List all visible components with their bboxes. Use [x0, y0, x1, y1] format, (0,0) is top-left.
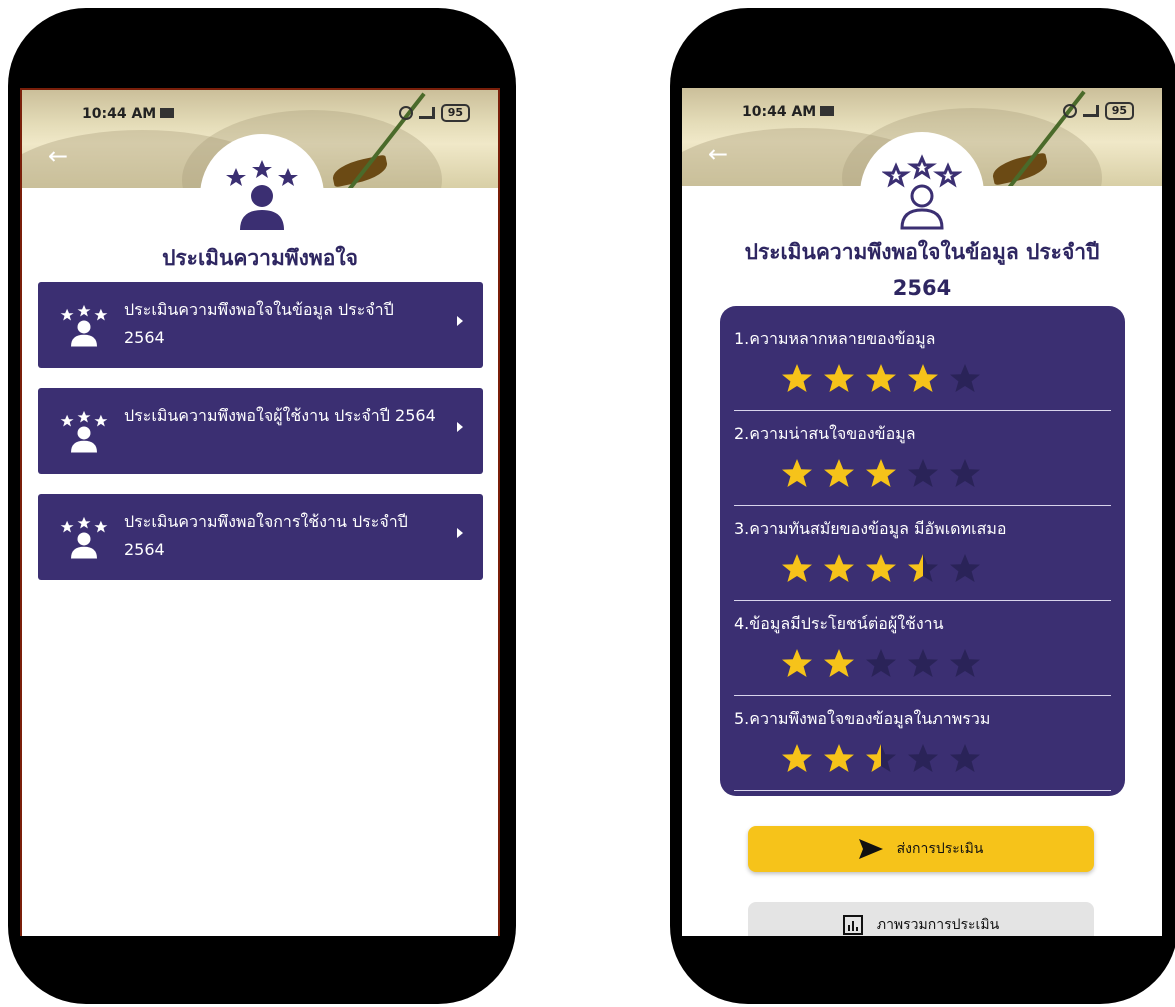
star-rating[interactable]	[780, 457, 1111, 491]
screen-left: 10:44 AM 95 ← ประเมินความพึงพอใจ ประเมิน…	[20, 88, 500, 936]
submit-button[interactable]: ส่งการประเมิน	[748, 826, 1094, 872]
chart-icon	[842, 915, 863, 935]
summary-button[interactable]: ภาพรวมการประเมิน	[748, 902, 1094, 936]
phone-right: 10:44 AM 95 ← ประเมินความพึงพอใจในข้อมูล…	[670, 8, 1175, 1004]
question-label: 3.ความทันสมัยของข้อมูล มีอัพเดทเสมอ	[734, 519, 1007, 538]
mail-icon	[160, 108, 174, 118]
page-title: ประเมินความพึงพอใจ	[162, 246, 358, 270]
star-icon[interactable]	[906, 647, 940, 681]
menu-item-label: ประเมินความพึงพอใจผู้ใช้งาน ประจำปี 2564	[124, 406, 436, 425]
back-arrow-icon[interactable]: ←	[708, 140, 728, 168]
rating-person-icon	[60, 304, 108, 347]
star-icon[interactable]	[906, 552, 940, 586]
star-icon[interactable]	[948, 457, 982, 491]
star-rating[interactable]	[780, 647, 1111, 681]
star-icon[interactable]	[906, 742, 940, 776]
chevron-right-icon	[457, 528, 463, 538]
page-title-line1: ประเมินความพึงพอใจในข้อมูล ประจำปี	[744, 240, 1100, 264]
phone-left: 10:44 AM 95 ← ประเมินความพึงพอใจ ประเมิน…	[8, 8, 516, 1004]
rating-question: 2.ความน่าสนใจของข้อมูล	[734, 411, 1111, 506]
status-time: 10:44 AM	[742, 104, 817, 120]
rating-card: 1.ความหลากหลายของข้อมูล 2.ความน่าสนใจของ…	[720, 306, 1125, 796]
rating-person-icon	[60, 516, 108, 559]
chevron-right-icon	[457, 422, 463, 432]
star-icon[interactable]	[906, 362, 940, 396]
menu-item-usage-survey[interactable]: ประเมินความพึงพอใจการใช้งาน ประจำปี 2564	[38, 494, 483, 580]
rating-question: 5.ความพึงพอใจของข้อมูลในภาพรวม	[734, 696, 1111, 791]
page-title-line2: 2564	[892, 276, 952, 300]
star-icon[interactable]	[822, 457, 856, 491]
rating-person-icon	[882, 154, 962, 230]
battery-indicator: 95	[1104, 102, 1134, 120]
star-icon[interactable]	[864, 457, 898, 491]
star-icon[interactable]	[780, 552, 814, 586]
star-icon[interactable]	[822, 742, 856, 776]
battery-indicator: 95	[440, 104, 470, 122]
submit-button-label: ส่งการประเมิน	[896, 841, 984, 857]
star-icon[interactable]	[864, 647, 898, 681]
star-rating[interactable]	[780, 362, 1111, 396]
rating-person-icon	[226, 160, 298, 230]
star-icon[interactable]	[822, 647, 856, 681]
rating-question: 4.ข้อมูลมีประโยชน์ต่อผู้ใช้งาน	[734, 601, 1111, 696]
status-bar: 10:44 AM 95	[22, 102, 498, 126]
star-icon[interactable]	[948, 647, 982, 681]
menu-item-user-survey[interactable]: ประเมินความพึงพอใจผู้ใช้งาน ประจำปี 2564	[38, 388, 483, 474]
signal-icon	[418, 107, 435, 119]
rating-person-icon	[60, 410, 108, 453]
header-badge	[200, 134, 324, 246]
question-label: 5.ความพึงพอใจของข้อมูลในภาพรวม	[734, 709, 991, 728]
send-icon	[858, 839, 883, 859]
star-icon[interactable]	[780, 457, 814, 491]
question-label: 2.ความน่าสนใจของข้อมูล	[734, 424, 916, 443]
star-icon[interactable]	[948, 552, 982, 586]
status-bar: 10:44 AM 95	[682, 100, 1162, 124]
summary-button-label: ภาพรวมการประเมิน	[876, 917, 1000, 933]
alarm-icon	[1062, 104, 1077, 118]
star-rating[interactable]	[780, 552, 1111, 586]
question-label: 1.ความหลากหลายของข้อมูล	[734, 329, 936, 348]
alarm-icon	[398, 106, 413, 120]
status-icons: 95	[398, 104, 470, 122]
rating-question: 1.ความหลากหลายของข้อมูล	[734, 316, 1111, 411]
star-icon[interactable]	[864, 552, 898, 586]
star-icon[interactable]	[780, 742, 814, 776]
star-icon[interactable]	[906, 457, 940, 491]
status-time: 10:44 AM	[82, 106, 157, 122]
status-icons: 95	[1062, 102, 1134, 120]
menu-item-data-survey[interactable]: ประเมินความพึงพอใจในข้อมูล ประจำปี 2564	[38, 282, 483, 368]
star-rating[interactable]	[780, 742, 1111, 776]
star-icon[interactable]	[948, 362, 982, 396]
menu-item-label: ประเมินความพึงพอใจการใช้งาน ประจำปี 2564	[124, 512, 408, 559]
star-icon[interactable]	[864, 362, 898, 396]
mail-icon	[820, 106, 834, 116]
chevron-right-icon	[457, 316, 463, 326]
star-icon[interactable]	[822, 362, 856, 396]
star-icon[interactable]	[780, 647, 814, 681]
rating-question: 3.ความทันสมัยของข้อมูล มีอัพเดทเสมอ	[734, 506, 1111, 601]
signal-icon	[1082, 105, 1099, 117]
star-icon[interactable]	[822, 552, 856, 586]
star-icon[interactable]	[864, 742, 898, 776]
question-label: 4.ข้อมูลมีประโยชน์ต่อผู้ใช้งาน	[734, 614, 944, 633]
header-badge	[860, 132, 984, 244]
star-icon[interactable]	[780, 362, 814, 396]
back-arrow-icon[interactable]: ←	[48, 142, 68, 170]
menu-item-label: ประเมินความพึงพอใจในข้อมูล ประจำปี 2564	[124, 300, 394, 347]
star-icon[interactable]	[948, 742, 982, 776]
screen-right: 10:44 AM 95 ← ประเมินความพึงพอใจในข้อมูล…	[682, 88, 1162, 936]
